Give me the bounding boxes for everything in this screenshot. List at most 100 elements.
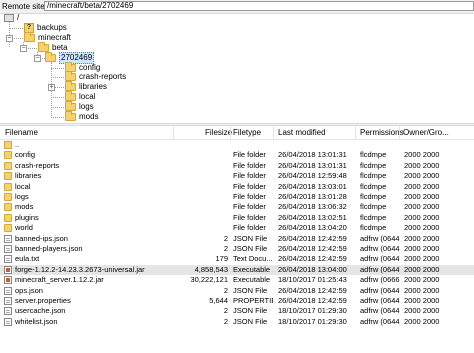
file-owner: 2000 2000 [404,265,440,274]
file-size: 2 [223,317,228,326]
file-permissions: flcdmpe [360,203,387,212]
file-type: File folder [233,193,266,201]
file-name: usercache.json [15,307,66,316]
file-name: crash-reports [15,161,60,170]
file-modified: 26/04/2018 13:01:31 [278,161,347,170]
file-icon [4,317,12,326]
folder-icon [4,161,12,170]
file-modified: 26/04/2018 13:01:28 [278,193,347,201]
file-owner: 2000 2000 [404,317,440,326]
file-row[interactable]: mods File folder 26/04/2018 13:06:32 flcdmp… [0,202,474,212]
tree-node-minecraft[interactable]: minecraft [24,32,71,43]
file-name: ops.json [15,286,43,295]
file-type: File folder [233,224,266,233]
file-permissions: adfrw (0644) [360,245,400,253]
file-modified: 26/04/2018 12:59:48 [278,172,347,181]
file-modified: 26/04/2018 13:06:32 [278,203,347,212]
file-row[interactable]: local File folder 26/04/2018 13:03:01 flcdm… [0,182,474,192]
file-size: 30,222,121 [190,276,228,285]
folder-icon [65,71,76,81]
remote-path-input[interactable]: /minecraft/beta/2702469 [44,1,474,11]
column-last-modified[interactable]: Last modified [278,129,326,137]
column-filename[interactable]: Filename [5,129,38,137]
file-row[interactable]: .. [0,140,474,150]
tree-node-crash-reports[interactable]: crash-reports [65,71,126,82]
file-row[interactable]: logs File folder 26/04/2018 13:01:28 flcdmp… [0,192,474,202]
column-filesize[interactable]: Filesize [205,129,232,137]
collapse-toggle-selected[interactable]: − [34,55,41,62]
directory-tree: / ? backups − minecraft − beta − 2702469… [0,13,474,123]
file-owner: 2000 2000 [404,255,440,264]
file-owner: 2000 2000 [404,234,440,243]
expand-toggle-libraries[interactable]: + [48,84,55,91]
file-row[interactable]: banned-ips.json 2 JSON File 26/04/2018 12:4… [0,234,474,244]
column-owner-group[interactable]: Owner/Gro... [403,129,449,137]
file-owner: 2000 2000 [404,276,440,285]
file-permissions: flcdmpe [360,151,387,160]
file-type: File folder [233,151,266,160]
collapse-toggle-beta[interactable]: − [20,45,27,52]
file-modified: 26/04/2018 13:04:00 [278,265,347,274]
file-row[interactable]: forge-1.12.2-14.23.3.2673-universal.jar 4… [0,264,474,275]
file-permissions: flcdmpe [360,193,387,201]
file-icon [4,297,12,305]
file-row[interactable]: libraries File folder 26/04/2018 12:59:48 f… [0,171,474,181]
file-row[interactable]: eula.txt 179 Text Docu... 26/04/2018 12:42:… [0,254,474,264]
file-owner: 2000 2000 [404,224,440,233]
file-row[interactable]: ops.json 2 JSON File 26/04/2018 12:42:59 adf… [0,286,474,296]
collapse-toggle-minecraft[interactable]: − [6,35,13,42]
file-row[interactable]: minecraft_server.1.12.2.jar 30,222,121 Exe… [0,275,474,285]
file-permissions: adfrw (0644) [360,255,400,264]
file-owner: 2000 2000 [404,172,440,181]
file-name: banned-ips.json [15,234,68,243]
tree-node-root[interactable]: / [4,13,19,23]
file-modified: 26/04/2018 12:42:59 [278,286,347,295]
file-permissions: flcdmpe [360,213,387,222]
file-size: 2 [223,234,228,243]
file-size: 2 [223,307,228,316]
file-icon [4,234,12,243]
file-type: File folder [233,182,266,191]
file-name: server.properties [15,297,71,305]
file-size: 5,644 [209,297,228,305]
file-modified: 26/04/2018 12:42:59 [278,297,347,305]
column-filetype[interactable]: Filetype [233,129,261,137]
file-type: JSON File [233,307,268,316]
file-permissions: flcdmpe [360,172,387,181]
file-modified: 26/04/2018 12:42:59 [278,234,347,243]
file-row[interactable]: usercache.json 2 JSON File 18/10/2017 01:29… [0,306,474,316]
file-name: forge-1.12.2-14.23.3.2673-universal.jar [15,265,145,274]
file-size: 179 [215,255,228,264]
folder-icon [4,203,12,212]
folder-icon [4,213,12,222]
file-name: .. [15,141,20,149]
file-row[interactable]: config File folder 26/04/2018 13:01:31 flcd… [0,150,474,160]
file-list: Filename Filesize Filetype Last modified… [0,126,474,353]
file-row[interactable]: crash-reports File folder 26/04/2018 13:01… [0,161,474,171]
folder-icon [65,91,76,101]
file-row[interactable]: server.properties 5,644 PROPERTIE... 26/04/… [0,296,474,306]
file-permissions: adfrw (0644) [360,307,400,316]
file-owner: 2000 2000 [404,203,440,212]
open-folder-icon [45,52,56,62]
file-permissions: adfrw (0644) [360,265,400,274]
folder-icon [4,182,12,191]
tree-node-mods[interactable]: mods [65,111,99,122]
file-type: JSON File [233,317,268,326]
file-owner: 2000 2000 [404,151,440,160]
file-row[interactable]: banned-players.json 2 JSON File 26/04/2018 … [0,244,474,254]
file-size: 2 [223,286,228,295]
column-permissions[interactable]: Permissions [360,129,404,137]
file-row[interactable]: whitelist.json 2 JSON File 18/10/2017 01:29… [0,317,474,327]
folder-icon [38,42,49,52]
file-row[interactable]: world File folder 26/04/2018 13:04:20 flcdm… [0,223,474,233]
file-modified: 26/04/2018 13:03:01 [278,182,347,191]
folder-icon [24,32,35,42]
file-name: mods [15,203,34,212]
file-name: logs [15,193,29,201]
file-modified: 26/04/2018 13:04:20 [278,224,347,233]
folder-icon [4,172,12,181]
file-row[interactable]: plugins File folder 26/04/2018 13:02:51 flc… [0,213,474,223]
file-owner: 2000 2000 [404,297,440,305]
file-type: File folder [233,161,266,170]
